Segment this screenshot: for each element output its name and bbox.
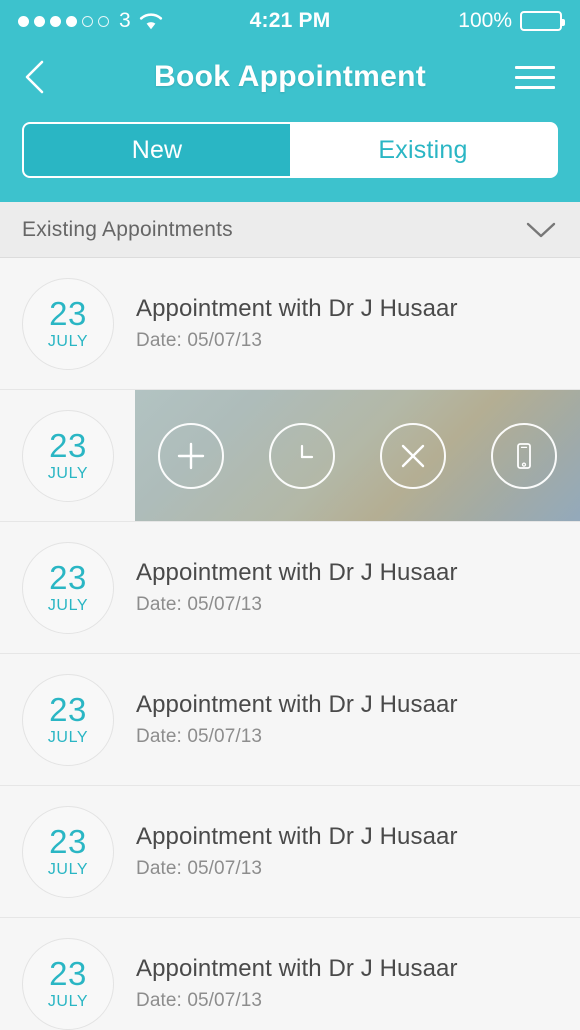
tab-bar-container: New Existing <box>0 112 580 202</box>
date-badge: 23 JULY <box>22 805 114 898</box>
appointment-list: 23 JULY Appointment with Dr J Husaar Dat… <box>0 258 580 1030</box>
date-value: 05/07/13 <box>187 594 263 615</box>
chevron-down-icon[interactable] <box>524 219 558 241</box>
date-month: JULY <box>47 860 89 878</box>
plus-icon <box>177 442 204 469</box>
status-bar: 3 4:21 PM 100% <box>0 0 580 42</box>
cancel-action[interactable] <box>380 422 447 489</box>
date-month: JULY <box>47 332 89 350</box>
date-day: 23 <box>49 954 87 992</box>
appointment-date: Date: 05/07/13 <box>136 594 562 616</box>
signal-dot-empty <box>82 15 93 27</box>
date-badge: 23 JULY <box>22 277 114 370</box>
date-day: 23 <box>49 426 87 464</box>
hamburger-menu-icon <box>515 65 555 69</box>
nav-bar: Book Appointment <box>0 42 580 112</box>
date-label: Date: <box>136 594 182 615</box>
date-badge: 23 JULY <box>22 541 114 634</box>
hamburger-menu-icon <box>515 75 555 79</box>
appointment-date: Date: 05/07/13 <box>136 858 562 880</box>
call-action[interactable] <box>491 422 558 489</box>
table-row[interactable]: 23 JULY Appointment with Dr J Husaar Dat… <box>0 786 580 918</box>
hamburger-menu-button[interactable] <box>512 54 558 100</box>
signal-dot <box>18 15 29 27</box>
carrier-label: 3 <box>119 9 131 32</box>
date-day: 23 <box>49 558 87 596</box>
section-header-label: Existing Appointments <box>22 217 233 241</box>
date-badge: 23 JULY <box>22 937 114 1030</box>
date-day: 23 <box>49 690 87 728</box>
close-x-icon <box>401 444 425 467</box>
segmented-control: New Existing <box>22 122 558 178</box>
clock-time: 4:21 PM <box>249 9 331 32</box>
status-bar-left: 3 <box>18 9 250 33</box>
appointment-title: Appointment with Dr J Husaar <box>136 691 458 718</box>
wifi-icon <box>139 13 162 30</box>
date-month: JULY <box>47 596 89 614</box>
date-month: JULY <box>47 992 89 1010</box>
appointment-date: Date: 05/07/13 <box>136 990 562 1012</box>
tab-existing[interactable]: Existing <box>290 124 556 176</box>
row-text: Appointment with Dr J Husaar Date: 05/07… <box>114 559 580 616</box>
battery-percent-label: 100% <box>458 9 513 32</box>
appointment-title: Appointment with Dr J Husaar <box>136 823 458 850</box>
date-label: Date: <box>136 726 182 747</box>
signal-dot <box>66 15 77 27</box>
table-row-swiped[interactable]: 23 JULY <box>0 390 580 522</box>
table-row[interactable]: 23 JULY Appointment with Dr J Husaar Dat… <box>0 918 580 1030</box>
date-day: 23 <box>49 822 87 860</box>
add-appointment-action[interactable] <box>157 422 224 489</box>
date-month: JULY <box>47 728 89 746</box>
mobile-phone-icon <box>517 442 532 469</box>
back-button[interactable] <box>22 54 68 100</box>
battery-icon <box>520 11 566 31</box>
date-badge: 23 JULY <box>22 673 114 766</box>
app-screen: 3 4:21 PM 100% Book Appointment New Exis… <box>0 0 580 1030</box>
page-title: Book Appointment <box>154 60 426 93</box>
tab-new[interactable]: New <box>24 124 290 176</box>
date-value: 05/07/13 <box>187 990 263 1011</box>
appointment-title: Appointment with Dr J Husaar <box>136 955 458 982</box>
row-text: Appointment with Dr J Husaar Date: 05/07… <box>114 955 580 1012</box>
date-label: Date: <box>136 330 182 351</box>
table-row[interactable]: 23 JULY Appointment with Dr J Husaar Dat… <box>0 258 580 390</box>
date-value: 05/07/13 <box>187 858 263 879</box>
date-label: Date: <box>136 858 182 879</box>
chevron-left-icon <box>25 60 44 94</box>
swipe-action-bar <box>135 390 580 521</box>
date-value: 05/07/13 <box>187 330 263 351</box>
appointment-title: Appointment with Dr J Husaar <box>136 559 458 586</box>
row-text: Appointment with Dr J Husaar Date: 05/07… <box>114 823 580 880</box>
table-row[interactable]: 23 JULY Appointment with Dr J Husaar Dat… <box>0 654 580 786</box>
appointment-date: Date: 05/07/13 <box>136 726 562 748</box>
signal-strength-icon <box>18 15 109 27</box>
table-row[interactable]: 23 JULY Appointment with Dr J Husaar Dat… <box>0 522 580 654</box>
signal-dot <box>50 15 61 27</box>
section-header-existing-appointments[interactable]: Existing Appointments <box>0 202 580 258</box>
date-badge: 23 JULY <box>22 409 114 502</box>
status-bar-right: 100% <box>330 9 566 33</box>
clock-icon <box>300 444 313 458</box>
row-text: Appointment with Dr J Husaar Date: 05/07… <box>114 691 580 748</box>
date-day: 23 <box>49 294 87 332</box>
reschedule-action[interactable] <box>268 422 335 489</box>
date-month: JULY <box>47 464 89 482</box>
row-text: Appointment with Dr J Husaar Date: 05/07… <box>114 295 580 352</box>
signal-dot-empty <box>98 15 109 27</box>
appointment-title: Appointment with Dr J Husaar <box>136 295 458 322</box>
hamburger-menu-icon <box>515 85 555 89</box>
signal-dot <box>34 15 45 27</box>
date-value: 05/07/13 <box>187 726 263 747</box>
date-label: Date: <box>136 990 182 1011</box>
appointment-date: Date: 05/07/13 <box>136 330 562 352</box>
